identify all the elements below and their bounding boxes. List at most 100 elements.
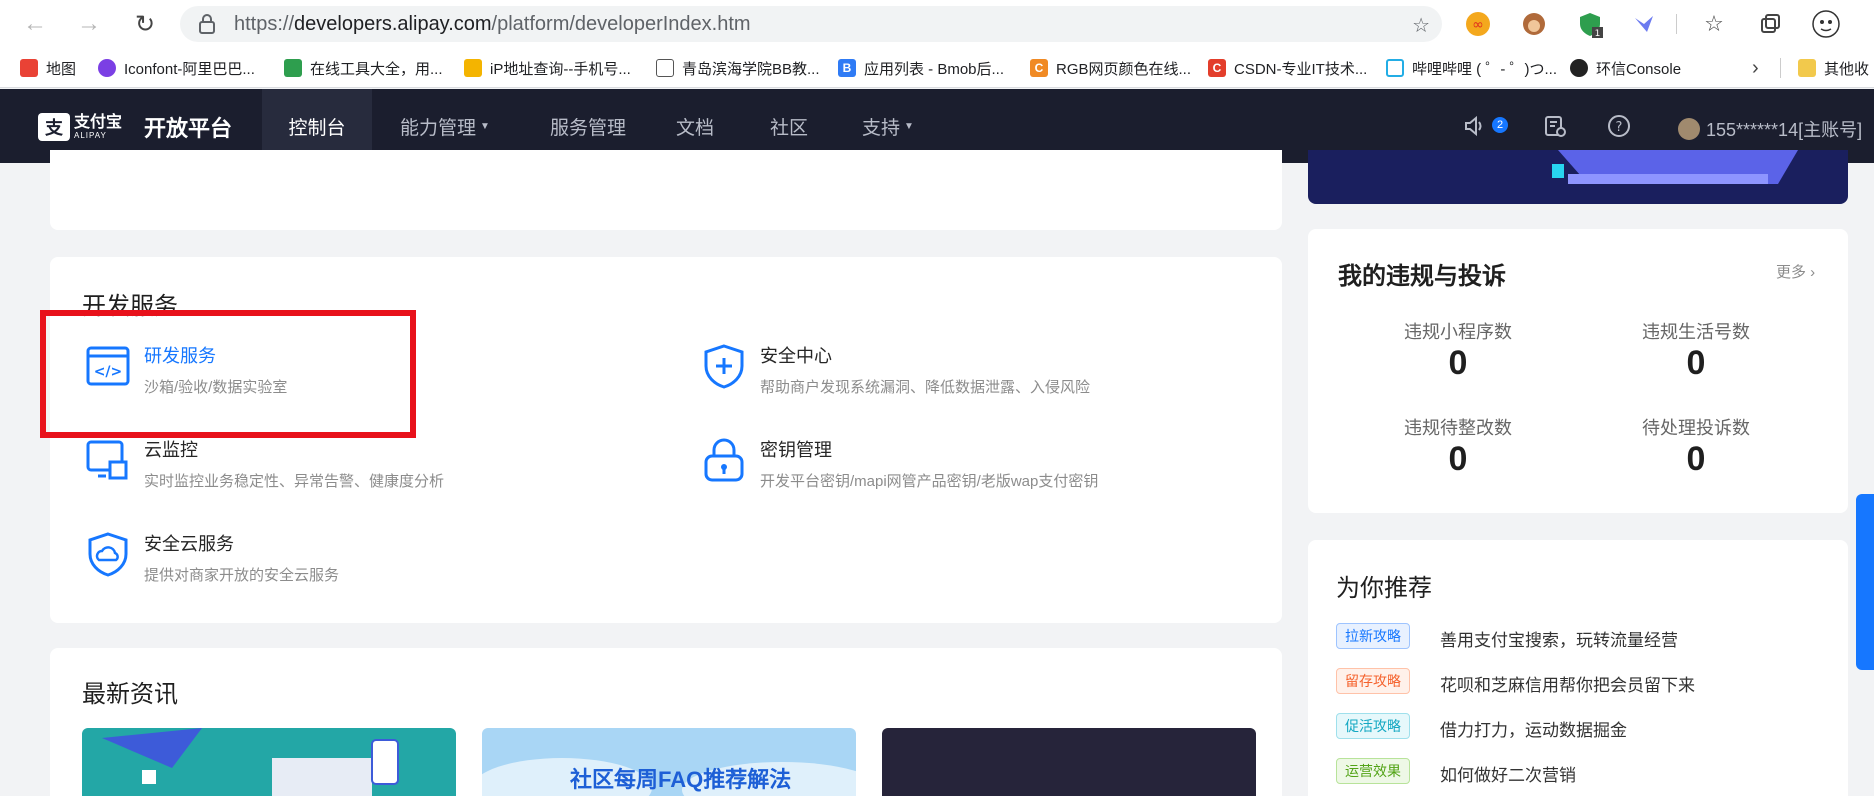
floating-side-tab[interactable] [1856, 494, 1874, 670]
chevron-right-icon: › [1806, 264, 1816, 281]
browser-toolbar: ← → ↻ https://developers.alipay.com/plat… [0, 0, 1874, 48]
bookmark-item[interactable]: 环信Console [1570, 48, 1681, 88]
recommend-tag: 留存攻略 [1336, 668, 1410, 694]
extension-bird-icon[interactable] [1630, 10, 1658, 38]
collections-icon[interactable] [1756, 10, 1784, 38]
recommend-link[interactable]: 善用支付宝搜索，玩转流量经营 [1440, 626, 1678, 651]
bmob-icon: B [838, 59, 856, 77]
shield-plus-icon [704, 344, 744, 389]
service-desc: 实时监控业务稳定性、异常告警、健康度分析 [144, 473, 445, 490]
lock-icon [704, 438, 744, 482]
profile-avatar-icon[interactable] [1812, 10, 1840, 38]
news-thumbnail[interactable]: 社区每周FAQ推荐解法 [482, 728, 856, 796]
stat-label: 待处理投诉数 [1642, 418, 1750, 438]
platform-title: 开放平台 [144, 116, 233, 141]
bookmark-item[interactable]: C CSDN-专业IT技术... [1208, 48, 1367, 88]
logo-subtext: ALIPAY [74, 130, 107, 140]
stat-label: 违规待整改数 [1404, 418, 1512, 438]
logo-text: 支付宝 [74, 113, 123, 131]
user-menu[interactable]: 155******14[主账号] [1678, 116, 1862, 142]
reload-icon[interactable]: ↻ [130, 9, 160, 39]
recommend-link[interactable]: 借力打力，运动数据掘金 [1440, 716, 1627, 741]
favorite-star-icon[interactable]: ☆ [1412, 13, 1430, 38]
caret-down-icon: ▼ [480, 120, 490, 132]
back-arrow-icon[interactable]: ← [20, 9, 50, 39]
more-bookmarks-chevron-icon[interactable]: › [1752, 48, 1759, 88]
alipay-logo[interactable]: 支 支付宝 ALIPAY 开放平台 [38, 111, 232, 143]
stat-value[interactable]: 0 [1596, 344, 1796, 383]
caret-down-icon: ▼ [904, 120, 914, 132]
stat-value[interactable]: 0 [1596, 440, 1796, 479]
alipay-mark-icon: 支 [38, 113, 70, 141]
violations-title: 我的违规与投诉 [1338, 263, 1506, 290]
extension-shield-icon[interactable]: 1 [1576, 10, 1604, 38]
favorites-icon[interactable]: ☆ [1700, 10, 1728, 38]
news-thumbnail-text: 社区每周FAQ推荐解法 [570, 767, 792, 792]
bilibili-icon [1386, 59, 1404, 77]
bookmark-item[interactable]: iP地址查询--手机号... [464, 48, 631, 88]
service-security-center[interactable]: 安全中心 帮助商户发现系统漏洞、降低数据泄露、入侵风险 [700, 342, 1090, 397]
forward-arrow-icon[interactable]: → [74, 9, 104, 39]
log-calendar-icon[interactable] [1542, 113, 1568, 139]
help-circle-icon[interactable]: ? [1606, 113, 1632, 139]
bookmark-item[interactable]: 哔哩哔哩 ( ゜- ゜)つ... [1386, 48, 1557, 88]
bookmark-item[interactable]: B 应用列表 - Bmob后... [838, 48, 1004, 88]
toolbar-divider [1676, 14, 1677, 34]
folder-icon [1798, 59, 1816, 77]
other-bookmarks-folder[interactable]: 其他收 [1798, 48, 1869, 88]
banner-illustration-icon [1552, 150, 1798, 184]
highlight-annotation-box [40, 310, 416, 438]
speaker-icon[interactable] [1462, 113, 1488, 139]
service-name: 安全中心 [760, 346, 832, 366]
stat-value[interactable]: 0 [1358, 440, 1558, 479]
recommend-tag: 促活攻略 [1336, 713, 1410, 739]
bookmarks-bar: 地图 Iconfont-阿里巴巴... 在线工具大全，用... iP地址查询--… [0, 48, 1874, 88]
monitor-icon [86, 440, 128, 480]
news-thumbnail[interactable] [82, 728, 456, 796]
bookmark-item[interactable]: 青岛滨海学院BB教... [656, 48, 820, 88]
notification-badge: 2 [1492, 117, 1508, 133]
banner-partial[interactable] [1308, 150, 1848, 204]
service-security-cloud[interactable]: 安全云服务 提供对商家开放的安全云服务 [84, 530, 339, 585]
news-illustration-icon [102, 728, 399, 796]
bookmark-item[interactable]: Iconfont-阿里巴巴... [98, 48, 255, 88]
user-account-label: 155******14[主账号] [1706, 120, 1863, 140]
recommend-tag: 运营效果 [1336, 758, 1410, 784]
document-icon [656, 59, 674, 77]
address-bar[interactable]: https://developers.alipay.com/platform/d… [180, 6, 1442, 42]
lock-icon [198, 14, 216, 34]
more-link[interactable]: 更多 › [1776, 261, 1815, 282]
recommend-link[interactable]: 花呗和芝麻信用帮你把会员留下来 [1440, 671, 1695, 696]
url-text: https://developers.alipay.com/platform/d… [234, 12, 751, 35]
extension-monkey-icon[interactable] [1520, 10, 1548, 38]
bookmark-item[interactable]: C RGB网页颜色在线... [1030, 48, 1191, 88]
service-name: 云监控 [144, 440, 198, 460]
service-desc: 开发平台密钥/mapi网管产品密钥/老版wap支付密钥 [760, 473, 1099, 490]
stat-label: 违规生活号数 [1642, 322, 1750, 342]
service-cloud-monitor[interactable]: 云监控实时监控业务稳定性、异常告警、健康度分析 [84, 436, 444, 491]
extension-infinity-icon[interactable]: ∞ [1464, 10, 1492, 38]
svg-text:1: 1 [1595, 29, 1601, 38]
ip-lookup-icon [464, 59, 482, 77]
rgb-icon: C [1030, 59, 1048, 77]
csdn-icon: C [1208, 59, 1226, 77]
news-thumbnail[interactable] [882, 728, 1256, 796]
svg-text:∞: ∞ [1472, 17, 1484, 33]
shield-cloud-icon [88, 532, 128, 577]
service-key-management[interactable]: 密钥管理开发平台密钥/mapi网管产品密钥/老版wap支付密钥 [700, 436, 1098, 491]
stat-label: 违规小程序数 [1404, 322, 1512, 342]
recommend-link[interactable]: 如何做好二次营销 [1440, 761, 1576, 786]
iconfont-icon [98, 59, 116, 77]
stat-value[interactable]: 0 [1358, 344, 1558, 383]
top-card-partial [50, 150, 1282, 230]
bookmark-item[interactable]: 在线工具大全，用... [284, 48, 443, 88]
news-title: 最新资讯 [82, 681, 178, 708]
svg-text:?: ? [1616, 120, 1623, 135]
huanxin-icon [1570, 59, 1588, 77]
map-pin-icon [20, 59, 38, 77]
avatar [1678, 118, 1700, 140]
service-name: 密钥管理 [760, 440, 832, 460]
recommend-title: 为你推荐 [1336, 575, 1432, 602]
recommend-tag: 拉新攻略 [1336, 623, 1410, 649]
bookmark-item[interactable]: 地图 [20, 48, 76, 88]
